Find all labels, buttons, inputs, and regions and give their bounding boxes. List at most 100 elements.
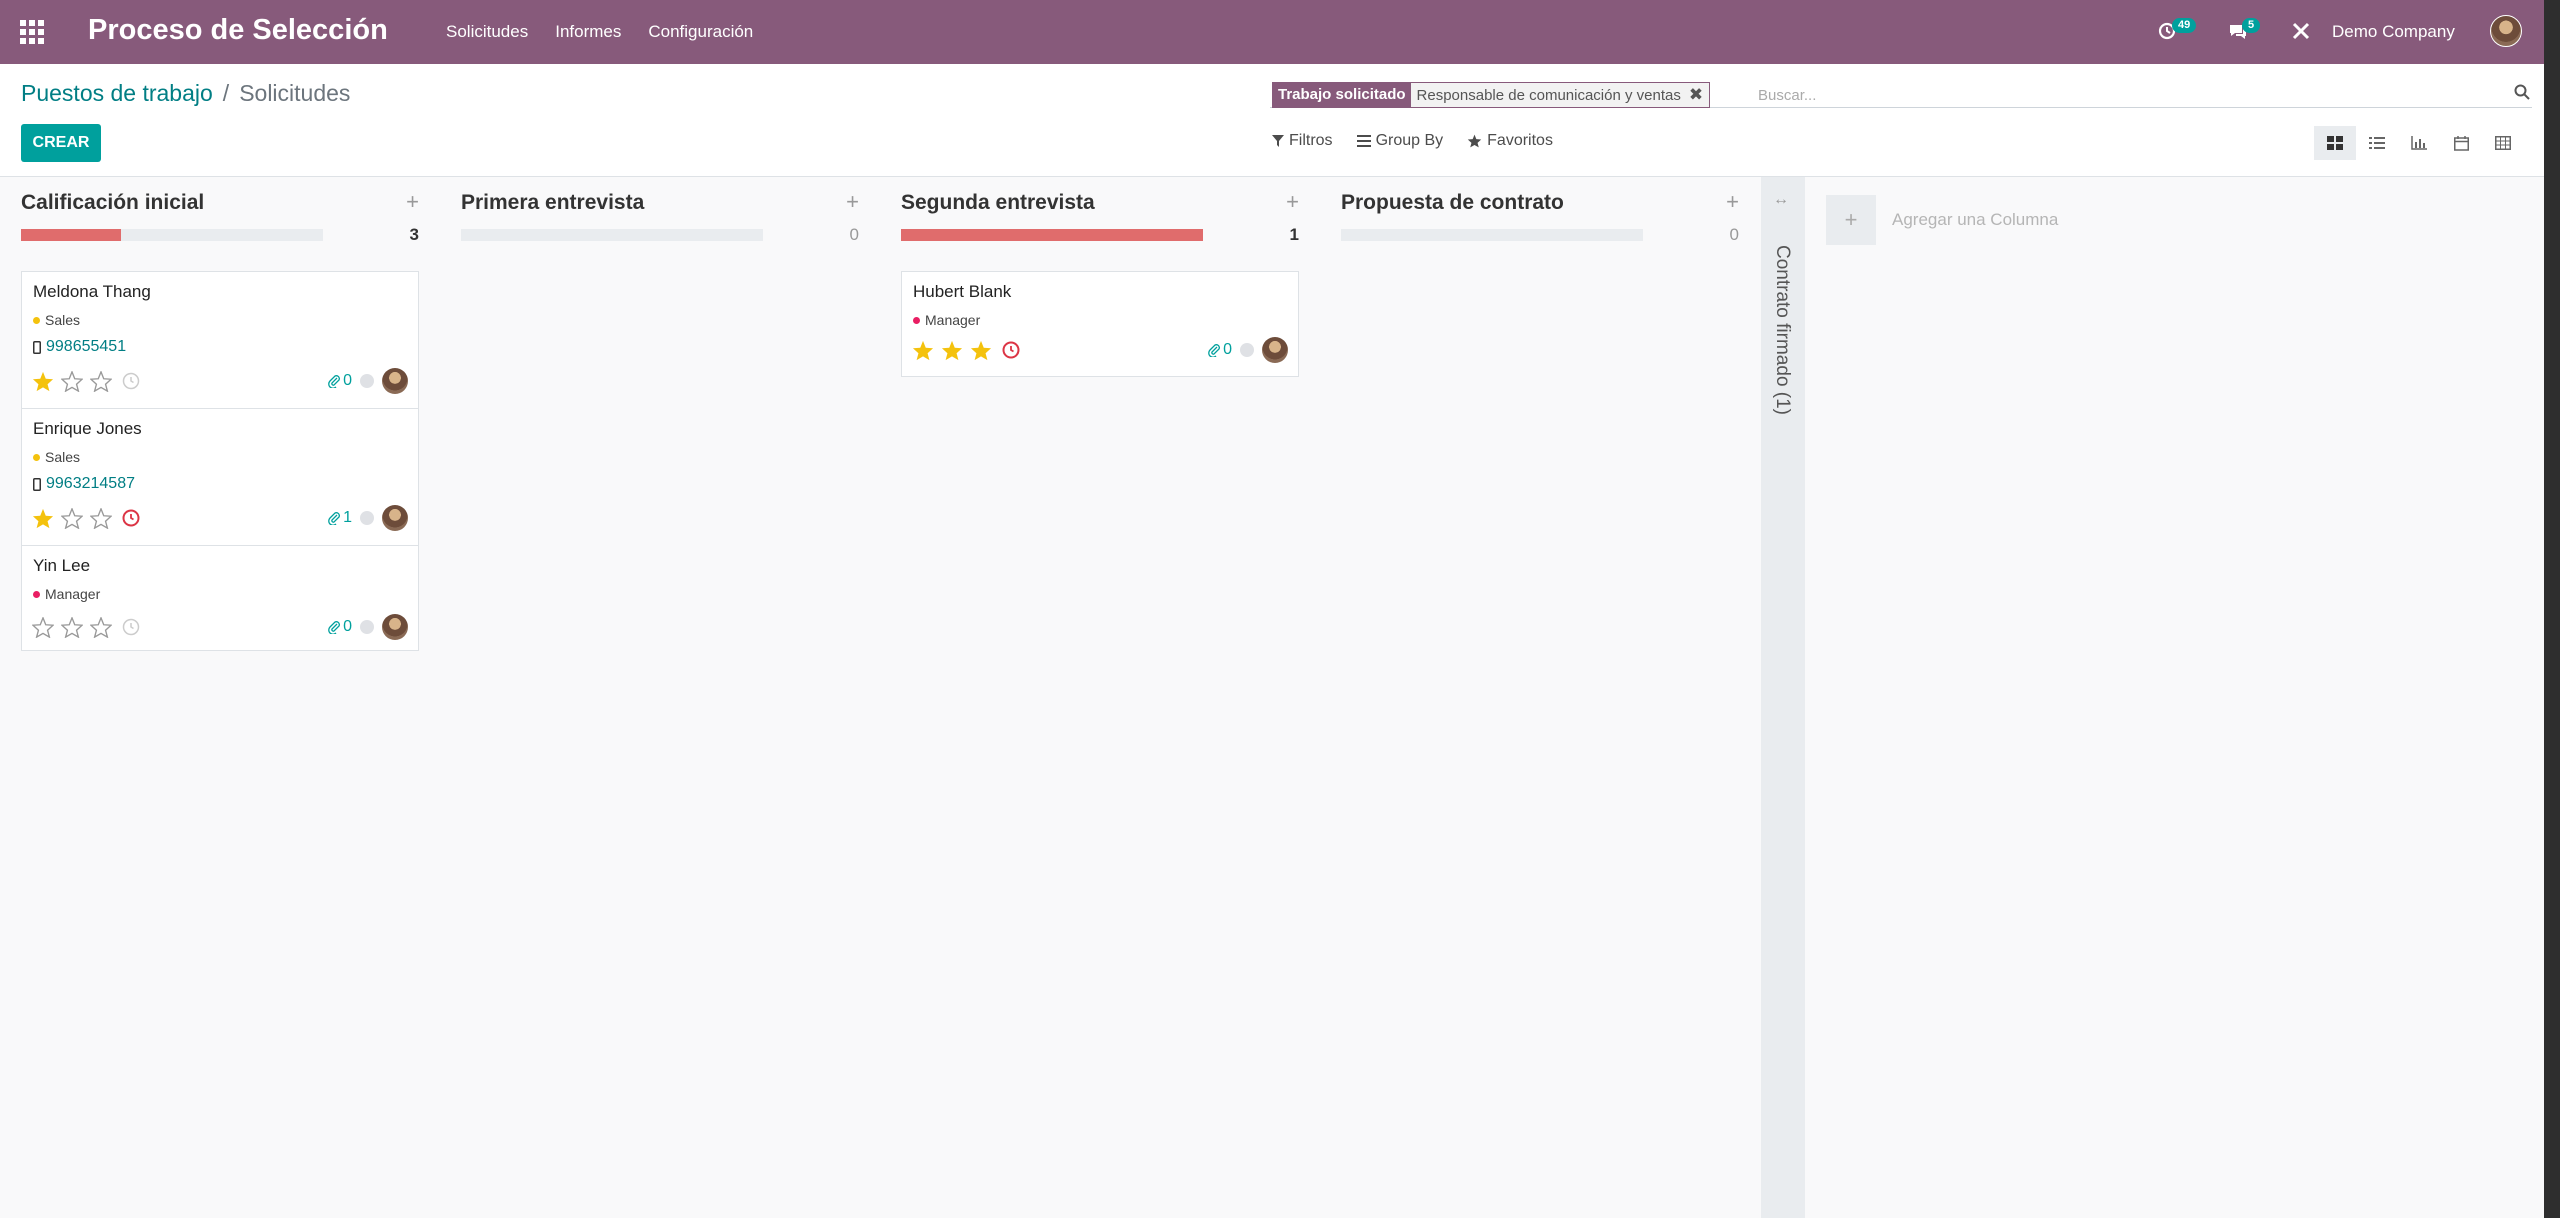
top-navbar: Proceso de Selección Solicitudes Informe… [0,0,2560,64]
tag-badge: Sales [33,449,80,465]
kanban-state-dot[interactable] [1240,343,1254,357]
attachment-counter[interactable]: 1 [328,509,352,527]
progress-fill [21,229,121,241]
create-button[interactable]: CREAR [21,124,101,162]
attachment-count: 0 [343,372,352,389]
column-count: 3 [409,225,419,244]
card-right-group: 0 [328,368,408,394]
search-input[interactable] [1758,84,2458,106]
kanban-card[interactable]: Meldona Thang Sales 998655451 0 [21,271,419,409]
search-icon[interactable] [2514,84,2530,100]
message-count-badge: 5 [2242,18,2261,33]
control-panel: Puestos de trabajo / Solicitudes CREAR T… [0,64,2560,177]
priority-stars [32,370,112,392]
column-title[interactable]: Primera entrevista [461,191,644,215]
facet-remove-icon[interactable]: ✖ [1689,85,1703,105]
activity-clock-icon[interactable] [122,372,140,390]
column-title[interactable]: Propuesta de contrato [1341,191,1564,215]
favorites-label: Favoritos [1487,132,1553,149]
activity-clock-icon[interactable] [122,618,140,636]
paperclip-icon [328,512,341,525]
debug-tools-icon[interactable] [2290,20,2312,44]
app-title[interactable]: Proceso de Selección [88,14,388,47]
column-progress-bar[interactable] [901,229,1203,241]
filters-button[interactable]: Filtros [1272,132,1333,150]
calendar-view-button[interactable] [2440,126,2482,160]
star-empty-icon[interactable] [32,616,54,638]
star-empty-icon[interactable] [61,616,83,638]
assigned-user-avatar[interactable] [1262,337,1288,363]
user-avatar[interactable] [2490,15,2522,47]
menu-item-configuracion[interactable]: Configuración [648,22,753,42]
card-footer: 1 [32,503,408,533]
activity-overdue-clock-icon[interactable] [1002,341,1020,359]
group-by-button[interactable]: Group By [1356,132,1443,150]
list-view-button[interactable] [2356,126,2398,160]
star-empty-icon[interactable] [61,370,83,392]
kanban-view-button[interactable] [2314,126,2356,160]
column-title[interactable]: Calificación inicial [21,191,204,215]
star-filled-icon[interactable] [32,371,54,392]
phone-field[interactable]: 9963214587 [33,475,135,493]
star-empty-icon[interactable] [90,507,112,529]
breadcrumb-parent-link[interactable]: Puestos de trabajo [21,80,213,107]
kanban-card[interactable]: Enrique Jones Sales 9963214587 1 [21,408,419,546]
column-progress-bar[interactable] [461,229,763,241]
side-scrollbar[interactable] [2544,0,2560,1218]
add-column-button[interactable]: + Agregar una Columna [1826,195,2058,245]
menu-item-informes[interactable]: Informes [555,22,621,42]
quick-create-plus-icon[interactable]: + [1726,189,1739,215]
kanban-state-dot[interactable] [360,511,374,525]
kanban-card[interactable]: Hubert Blank Manager 0 [901,271,1299,377]
card-footer: 0 [32,612,408,642]
phone-field[interactable]: 998655451 [33,338,126,356]
quick-create-plus-icon[interactable]: + [1286,189,1299,215]
attachment-counter[interactable]: 0 [328,372,352,390]
search-facet: Trabajo solicitado Responsable de comuni… [1272,82,1711,108]
column-count: 1 [1289,225,1299,244]
attachment-counter[interactable]: 0 [1208,341,1232,359]
company-switcher[interactable]: Demo Company [2332,22,2455,42]
mobile-phone-icon [33,340,41,354]
apps-menu-icon[interactable] [20,20,46,44]
column-progress-bar[interactable] [21,229,323,241]
star-filled-icon[interactable] [32,508,54,529]
star-empty-icon[interactable] [90,370,112,392]
tag-color-dot [33,316,40,324]
quick-create-plus-icon[interactable]: + [406,189,419,215]
star-empty-icon[interactable] [90,616,112,638]
quick-create-plus-icon[interactable]: + [846,189,859,215]
kanban-state-dot[interactable] [360,374,374,388]
unfold-arrows-icon[interactable]: ↔ [1773,191,1789,209]
column-title[interactable]: Segunda entrevista [901,191,1095,215]
paperclip-icon [328,375,341,388]
th-large-icon [2327,136,2343,150]
tag-badge: Sales [33,312,80,328]
favorites-button[interactable]: Favoritos [1467,132,1553,150]
view-switcher [2314,126,2524,160]
pivot-view-button[interactable] [2482,126,2524,160]
list-icon [2369,137,2385,149]
activity-menu[interactable]: 49 [2158,18,2204,46]
activity-overdue-clock-icon[interactable] [122,509,140,527]
menu-item-solicitudes[interactable]: Solicitudes [446,22,528,42]
assigned-user-avatar[interactable] [382,614,408,640]
kanban-card[interactable]: Yin Lee Manager 0 [21,545,419,651]
star-empty-icon[interactable] [61,507,83,529]
star-filled-icon[interactable] [941,340,963,361]
kanban-board: Calificación inicial + 3 Meldona Thang S… [0,177,2560,1218]
kanban-state-dot[interactable] [360,620,374,634]
assigned-user-avatar[interactable] [382,505,408,531]
star-filled-icon[interactable] [970,340,992,361]
attachment-counter[interactable]: 0 [328,618,352,636]
assigned-user-avatar[interactable] [382,368,408,394]
kanban-column-segunda-entrevista: Segunda entrevista + 1 Hubert Blank Mana… [901,177,1299,1218]
messaging-menu[interactable]: 5 [2228,18,2274,46]
column-progress-bar[interactable] [1341,229,1643,241]
facet-category: Trabajo solicitado [1273,83,1411,107]
kanban-column-calificacion-inicial: Calificación inicial + 3 Meldona Thang S… [21,177,419,1218]
graph-view-button[interactable] [2398,126,2440,160]
card-footer: 0 [32,366,408,396]
star-filled-icon[interactable] [912,340,934,361]
folded-column-contrato-firmado[interactable]: ↔ Contrato firmado (1) [1761,177,1805,1218]
